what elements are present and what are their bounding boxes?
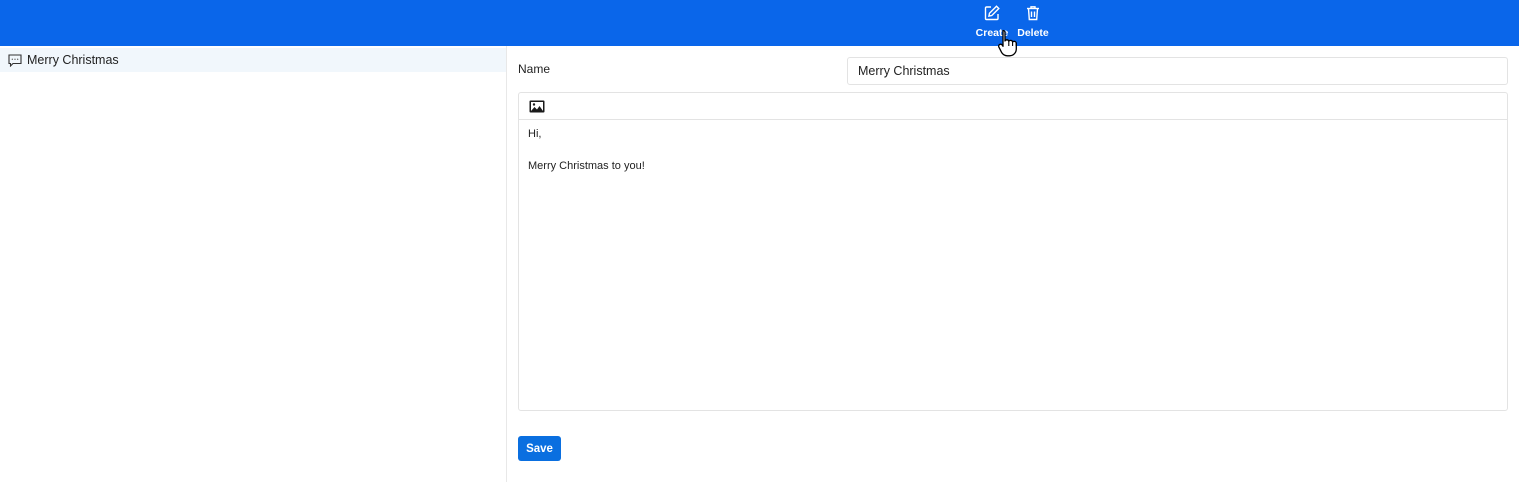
name-input[interactable] bbox=[847, 57, 1508, 85]
edit-icon bbox=[984, 5, 1000, 21]
image-icon[interactable] bbox=[529, 100, 545, 113]
message-editor: Hi, Merry Christmas to you! bbox=[518, 92, 1508, 411]
editor-line: Hi, bbox=[528, 128, 542, 140]
top-toolbar: Create Delete bbox=[0, 0, 1519, 46]
delete-button-label: Delete bbox=[1017, 27, 1049, 39]
editor-line bbox=[528, 142, 1498, 158]
message-icon bbox=[8, 53, 22, 67]
sidebar-item-label: Merry Christmas bbox=[27, 53, 119, 67]
create-button-label: Create bbox=[975, 27, 1009, 39]
delete-button[interactable]: Delete bbox=[1016, 4, 1050, 39]
create-button[interactable]: Create bbox=[975, 4, 1009, 39]
editor-line: Merry Christmas to you! bbox=[528, 160, 645, 172]
save-button[interactable]: Save bbox=[518, 436, 561, 461]
trash-icon bbox=[1027, 6, 1039, 21]
editor-content[interactable]: Hi, Merry Christmas to you! bbox=[519, 120, 1507, 180]
sidebar: Merry Christmas bbox=[0, 46, 507, 482]
sidebar-item-merry-christmas[interactable]: Merry Christmas bbox=[0, 48, 506, 72]
editor-toolbar bbox=[519, 93, 1507, 120]
name-label: Name bbox=[518, 62, 551, 76]
